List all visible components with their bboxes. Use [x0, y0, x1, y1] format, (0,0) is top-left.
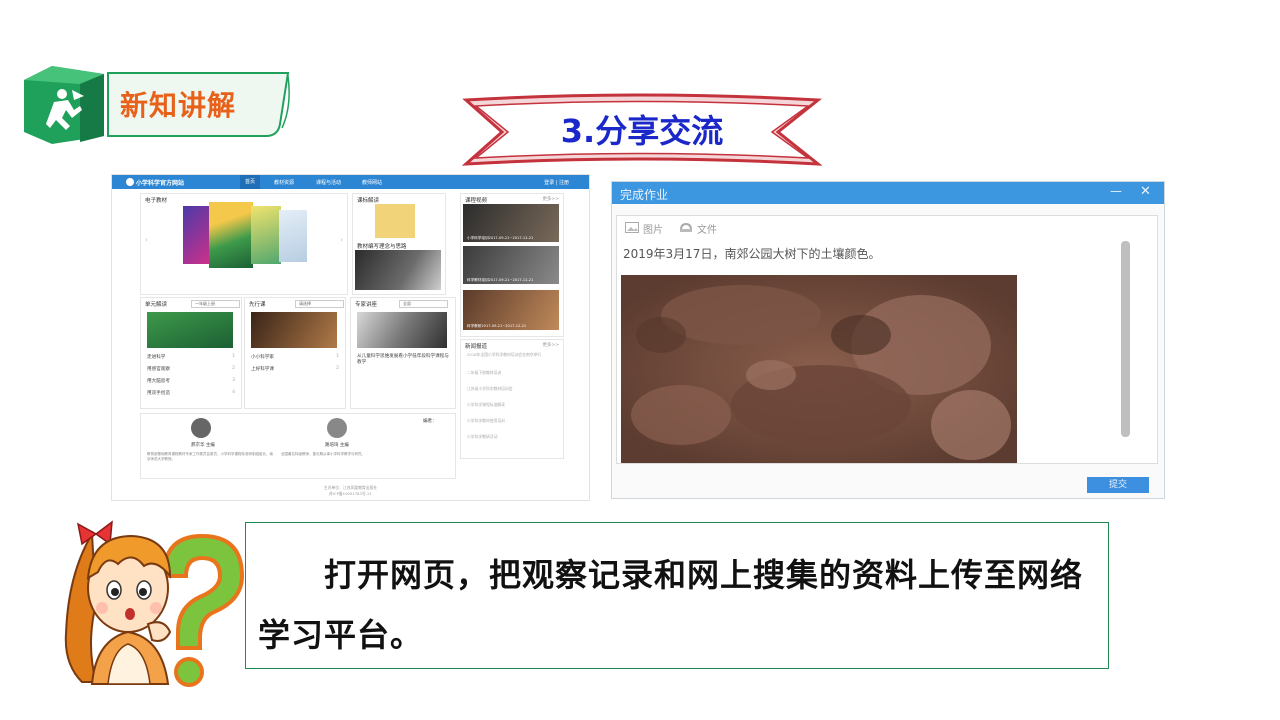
list-item[interactable]: 上好科学课	[251, 366, 274, 372]
video-caption: 科学教研2017-09-21~2017-12-21	[467, 324, 527, 328]
caption-box: 打开网页，把观察记录和网上搜集的资料上传至网络学习平台。	[245, 522, 1109, 669]
editor-area[interactable]: 2019年3月17日，南郊公园大树下的土壤颜色。	[616, 239, 1158, 464]
carousel-prev-icon[interactable]: ‹	[145, 236, 148, 244]
expert-select[interactable]: 全部	[399, 300, 448, 308]
video-thumbnail[interactable]	[251, 312, 337, 348]
list-item[interactable]: 用大脑思考	[147, 378, 170, 384]
book-cover[interactable]	[279, 210, 307, 262]
editors-label: 编者：	[423, 419, 437, 424]
submit-button[interactable]: 提交	[1087, 477, 1149, 493]
list-number: 1	[232, 354, 235, 359]
panel-title: 课程视频	[465, 198, 488, 204]
homework-dialog: 完成作业 — ✕ 图片 文件 2019年3月17日，南郊公园大树下的土壤颜色。	[611, 181, 1165, 499]
panel-title: 新闻报道	[465, 344, 488, 350]
panel-title: 课标解读	[357, 198, 380, 204]
carousel-next-icon[interactable]: ›	[340, 236, 343, 244]
list-number: 3	[232, 378, 235, 383]
video-caption: 科学教材培训2017-09-21~2017-12-21	[467, 278, 534, 282]
panel-title: 专家讲座	[355, 302, 378, 308]
video-thumbnail[interactable]	[357, 312, 447, 348]
panel-subtitle: 教材编写理念与思路	[357, 244, 407, 250]
expert-panel: 专家讲座 全部 从儿童科学思维发展看小学低年段科学课程与教学	[350, 297, 456, 409]
news-item[interactable]: 二年级下册教材培训	[467, 370, 563, 375]
list-item[interactable]: 走进科学	[147, 354, 165, 360]
more-link[interactable]: 更多>>	[542, 196, 559, 202]
dialog-title: 完成作业	[620, 188, 669, 202]
book-cover[interactable]	[251, 206, 281, 264]
scrollbar[interactable]	[1121, 241, 1130, 437]
nav-courses[interactable]: 课程与活动	[316, 179, 341, 186]
news-item[interactable]: 小学科学教材使用培训	[467, 418, 563, 423]
news-item[interactable]: 小学科学教研活动	[467, 434, 563, 439]
author-avatar	[191, 418, 211, 438]
book-cover[interactable]	[209, 202, 253, 268]
site-footer: 苏ICP备10051783号-21	[329, 491, 372, 496]
document-thumbnail[interactable]	[375, 204, 415, 238]
pioneer-select[interactable]: 请选择	[295, 300, 344, 308]
unit-panel: 单元解读 一年级上册 走进科学 1 用感官观察 2 用大脑思考 3 用双手创造 …	[140, 297, 242, 409]
list-number: 4	[232, 390, 235, 395]
image-icon[interactable]	[625, 222, 639, 233]
video-thumbnail[interactable]	[355, 250, 441, 290]
site-logo-icon	[126, 178, 134, 186]
caption-text: 打开网页，把观察记录和网上搜集的资料上传至网络学习平台。	[258, 556, 1084, 654]
list-item[interactable]: 小小科学家	[251, 354, 274, 360]
list-number: 1	[336, 354, 339, 359]
badge-title: 新知讲解	[120, 89, 237, 122]
soil-photo	[621, 275, 1017, 463]
author-avatar	[327, 418, 347, 438]
dialog-titlebar: 完成作业 — ✕	[612, 182, 1164, 204]
list-number: 2	[232, 366, 235, 371]
course-video-panel: 课程视频 更多>> 小学科学培训2017-09-21~2017-12-21 科学…	[460, 193, 564, 337]
homework-text: 2019年3月17日，南郊公园大树下的土壤颜色。	[623, 247, 881, 261]
author-name: 郝京华 主编	[191, 443, 215, 448]
list-number: 2	[336, 366, 339, 371]
website-screenshot: 小学科学官方网站 首页 教材资源 课程与活动 教师网站 登录 | 注册 电子教材…	[111, 174, 590, 501]
panel-title: 电子教材	[145, 198, 168, 204]
more-link[interactable]: 更多>>	[542, 342, 559, 348]
ebook-panel: 电子教材 ‹ ›	[140, 193, 348, 295]
author-name: 路培琦 主编	[325, 443, 349, 448]
course-intro-panel: 课标解读 教材编写理念与思路	[352, 193, 446, 295]
expert-lecture-title[interactable]: 从儿童科学思维发展看小学低年段科学课程与教学	[357, 354, 449, 366]
section-badge: 新知讲解	[22, 66, 297, 146]
author-bio: 教育部基础教育课程教材专家工作委员会委员，小学科学课程标准研制组组长，南京师范大…	[147, 452, 273, 461]
news-panel: 新闻报道 更多>> 2018年全国小学科学教材培训会在南京举行 二年级下册教材培…	[460, 339, 564, 459]
video-caption: 小学科学培训2017-09-21~2017-12-21	[467, 236, 534, 240]
nav-login[interactable]: 登录 | 注册	[544, 179, 569, 186]
book-cover[interactable]	[183, 206, 211, 264]
section-title: 3.分享交流	[560, 112, 724, 150]
editor-toolbar: 图片 文件	[616, 215, 1158, 241]
close-icon[interactable]: ✕	[1140, 184, 1151, 199]
news-item[interactable]: 2018年全国小学科学教材培训会在南京举行	[467, 352, 563, 357]
file-button[interactable]: 文件	[697, 221, 717, 236]
nav-teacher[interactable]: 教师网站	[362, 179, 382, 186]
minimize-icon[interactable]: —	[1110, 184, 1122, 198]
grade-select[interactable]: 一年级上册	[191, 300, 240, 308]
list-item[interactable]: 用感官观察	[147, 366, 170, 372]
pioneer-panel: 先行课 请选择 小小科学家 1 上好科学课 2	[244, 297, 346, 409]
section-banner: 3.分享交流	[462, 92, 822, 168]
news-item[interactable]: 小学科学课程标准解读	[467, 402, 563, 407]
list-item[interactable]: 用双手创造	[147, 390, 170, 396]
panel-title: 先行课	[249, 302, 266, 308]
news-item[interactable]: 江苏省小学科学教材培训会	[467, 386, 563, 391]
nav-resources[interactable]: 教材资源	[274, 179, 294, 186]
thinking-girl-illustration	[64, 520, 245, 687]
author-bio: 全国著名特级教师，曾长期从事小学科学教学与研究。	[281, 452, 365, 456]
panel-title: 单元解读	[145, 302, 168, 308]
attachment-icon[interactable]	[679, 222, 693, 233]
site-navbar: 小学科学官方网站 首页 教材资源 课程与活动 教师网站 登录 | 注册	[112, 175, 589, 189]
nav-home[interactable]: 首页	[240, 175, 261, 189]
image-button[interactable]: 图片	[643, 221, 663, 236]
unit-thumbnail[interactable]	[147, 312, 233, 348]
site-name: 小学科学官方网站	[136, 180, 185, 187]
authors-panel: 郝京华 主编 教育部基础教育课程教材专家工作委员会委员，小学科学课程标准研制组组…	[140, 413, 456, 479]
